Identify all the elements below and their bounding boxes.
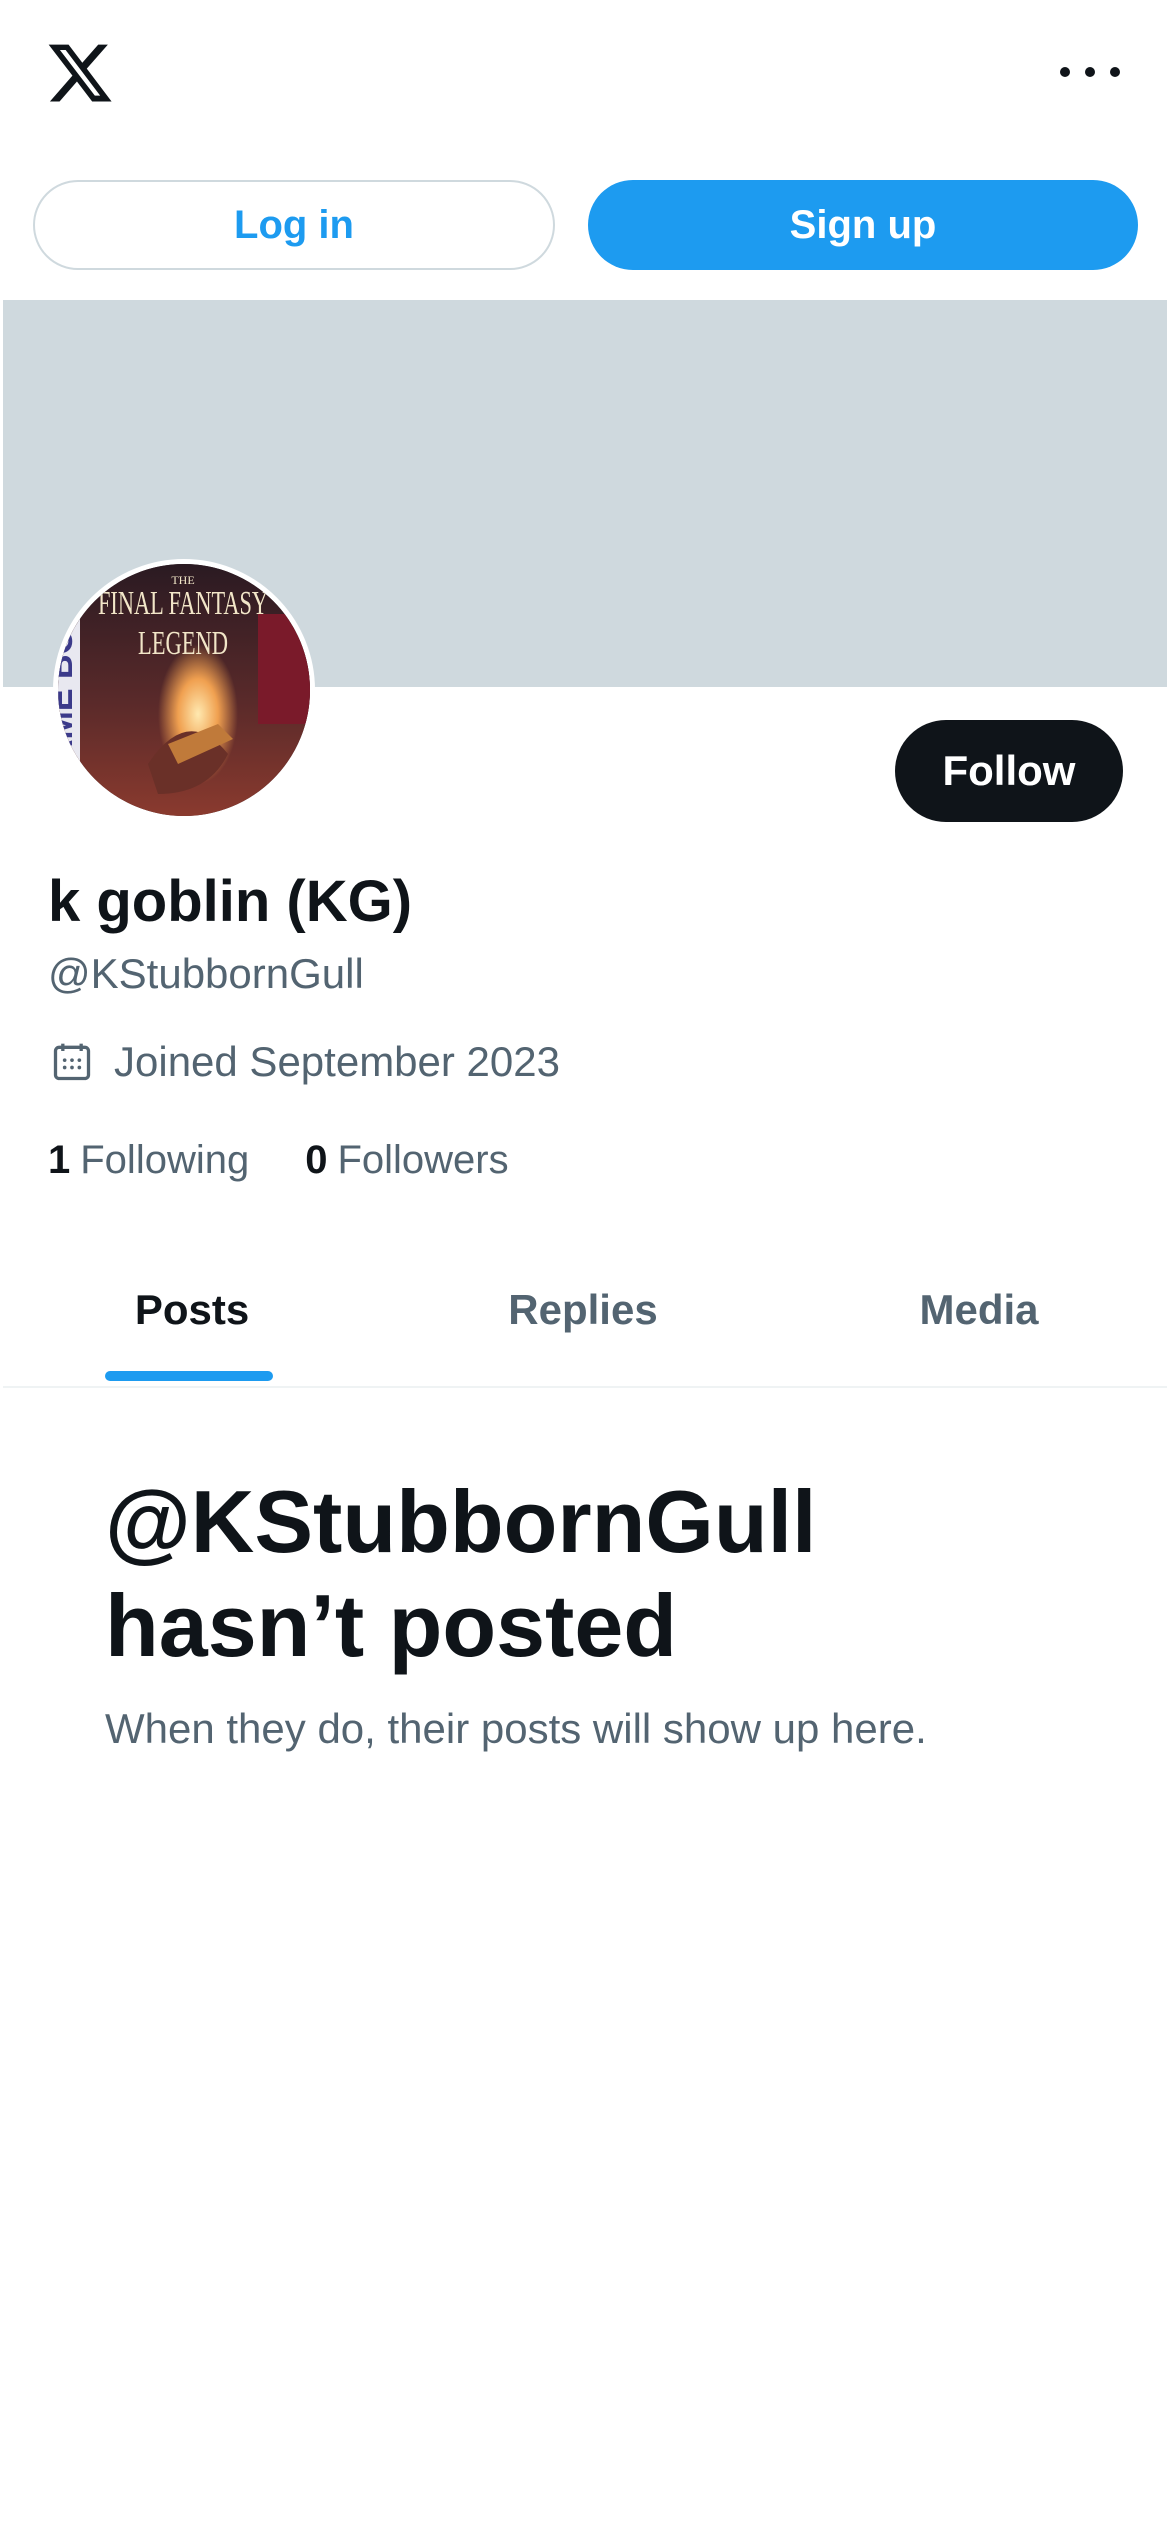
empty-state-title-line1: @KStubbornGull (105, 1472, 817, 1571)
empty-state-subtitle: When they do, their posts will show up h… (105, 1705, 927, 1752)
following-count: 1 (48, 1138, 71, 1182)
display-name: k goblin (KG) (48, 869, 413, 934)
more-options-icon[interactable] (1060, 52, 1120, 92)
followers-count: 0 (305, 1138, 328, 1182)
avatar[interactable]: AME BO THE FINAL FANTASY LEGEND (53, 559, 315, 821)
avatar-side-text: AME BO (58, 628, 80, 764)
dot (1085, 67, 1095, 77)
tab-replies[interactable]: Replies (453, 1233, 713, 1386)
joined-text: Joined September 2023 (114, 1038, 560, 1085)
followers-link[interactable]: 0 Followers (305, 1138, 508, 1183)
user-handle: @KStubbornGull (48, 950, 364, 997)
active-tab-indicator (105, 1371, 273, 1381)
following-label: Following (80, 1138, 250, 1182)
auth-buttons: Log in Sign up (33, 180, 1138, 270)
follow-stats: 1 Following 0 Followers (48, 1138, 509, 1183)
tab-media[interactable]: Media (848, 1233, 1110, 1386)
following-link[interactable]: 1 Following (48, 1138, 249, 1183)
signup-button[interactable]: Sign up (588, 180, 1138, 270)
empty-state-title-line2: hasn’t posted (105, 1576, 678, 1675)
followers-label: Followers (337, 1138, 509, 1182)
avatar-title: FINAL FANTASY (98, 585, 268, 622)
top-bar (0, 0, 1170, 150)
dot (1060, 67, 1070, 77)
login-button[interactable]: Log in (33, 180, 555, 270)
empty-state-title: @KStubbornGull hasn’t posted (105, 1470, 1065, 1678)
tab-posts[interactable]: Posts (65, 1233, 319, 1386)
x-logo-icon[interactable] (45, 38, 115, 108)
calendar-icon (53, 1043, 91, 1081)
dot (1110, 67, 1120, 77)
follow-button[interactable]: Follow (895, 720, 1123, 822)
joined-date-row: Joined September 2023 (50, 1038, 560, 1086)
profile-tabs: Posts Replies Media (3, 1233, 1167, 1388)
avatar-subtitle: LEGEND (138, 625, 228, 662)
